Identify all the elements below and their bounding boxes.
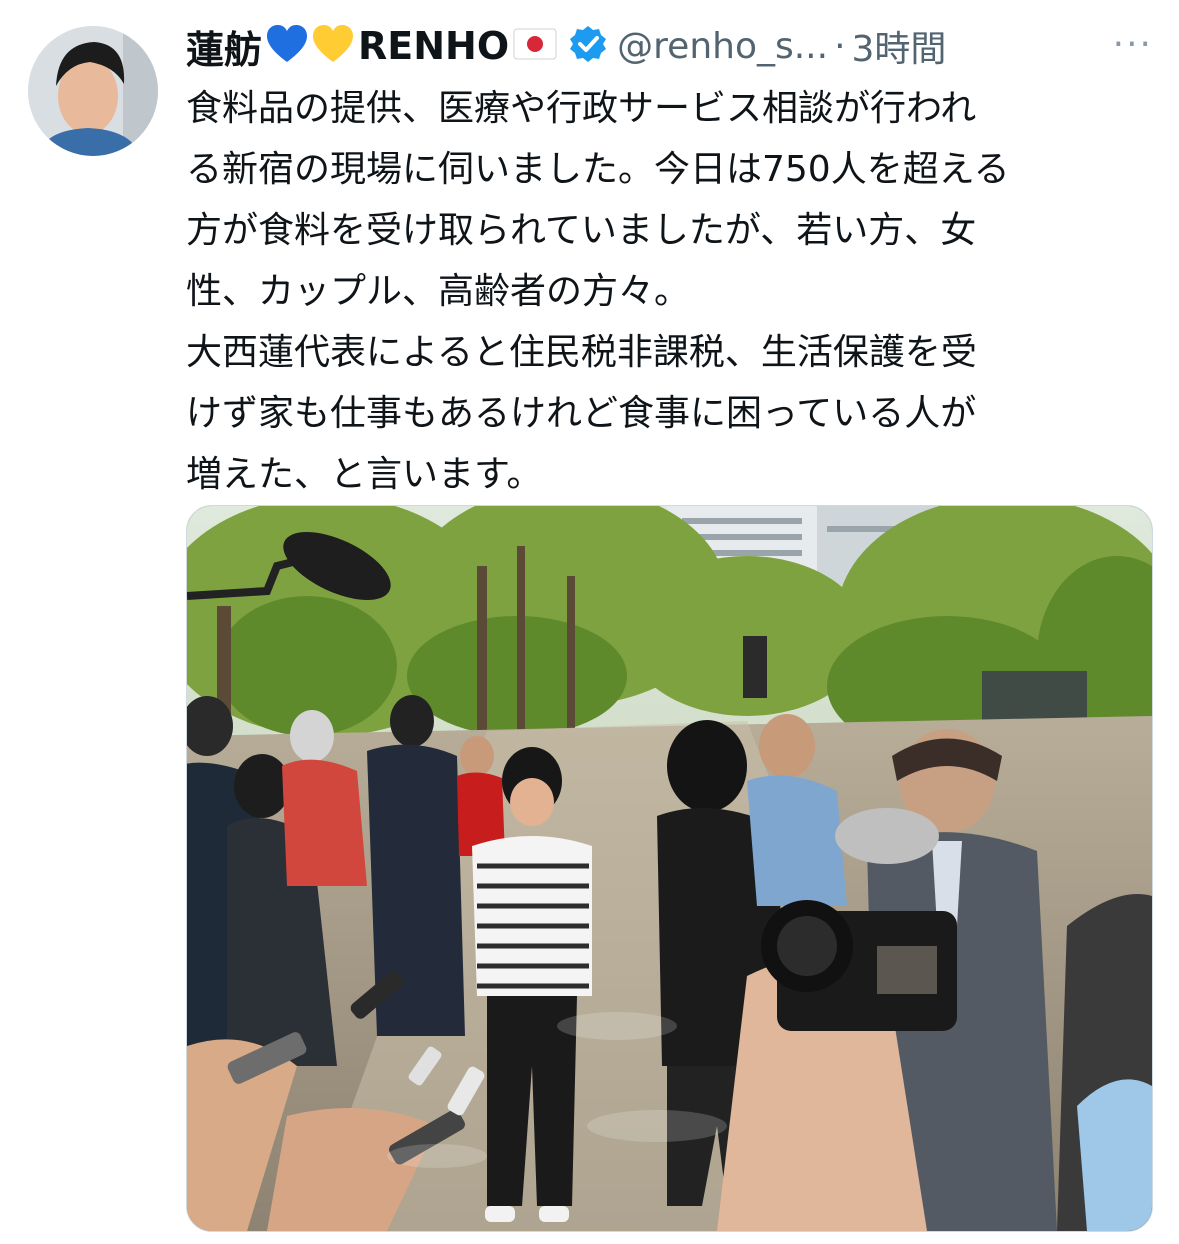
yellow-heart-icon [312,24,354,68]
japan-flag-icon [513,28,557,64]
avatar-image [28,26,158,156]
display-name[interactable]: 蓮舫 [186,20,262,72]
more-options-icon[interactable]: ··· [1113,24,1153,65]
blue-heart-icon [266,24,308,68]
tweet-text: 食料品の提供、医療や行政サービス相談が行われ る新宿の現場に伺いました。今日は7… [186,88,1010,495]
verified-badge-icon [569,25,607,67]
user-handle[interactable]: @renho_s... [617,26,828,67]
timestamp[interactable]: 3時間 [852,20,947,72]
separator-dot: · [834,25,846,67]
press-scrum-photo [187,506,1152,1231]
display-name-suffix[interactable]: RENHO [358,24,509,68]
tweet-header: 蓮舫 RENHO @renho_s... · 3時間 [186,20,1146,72]
tweet-photo[interactable] [186,505,1153,1232]
avatar[interactable] [28,26,158,156]
